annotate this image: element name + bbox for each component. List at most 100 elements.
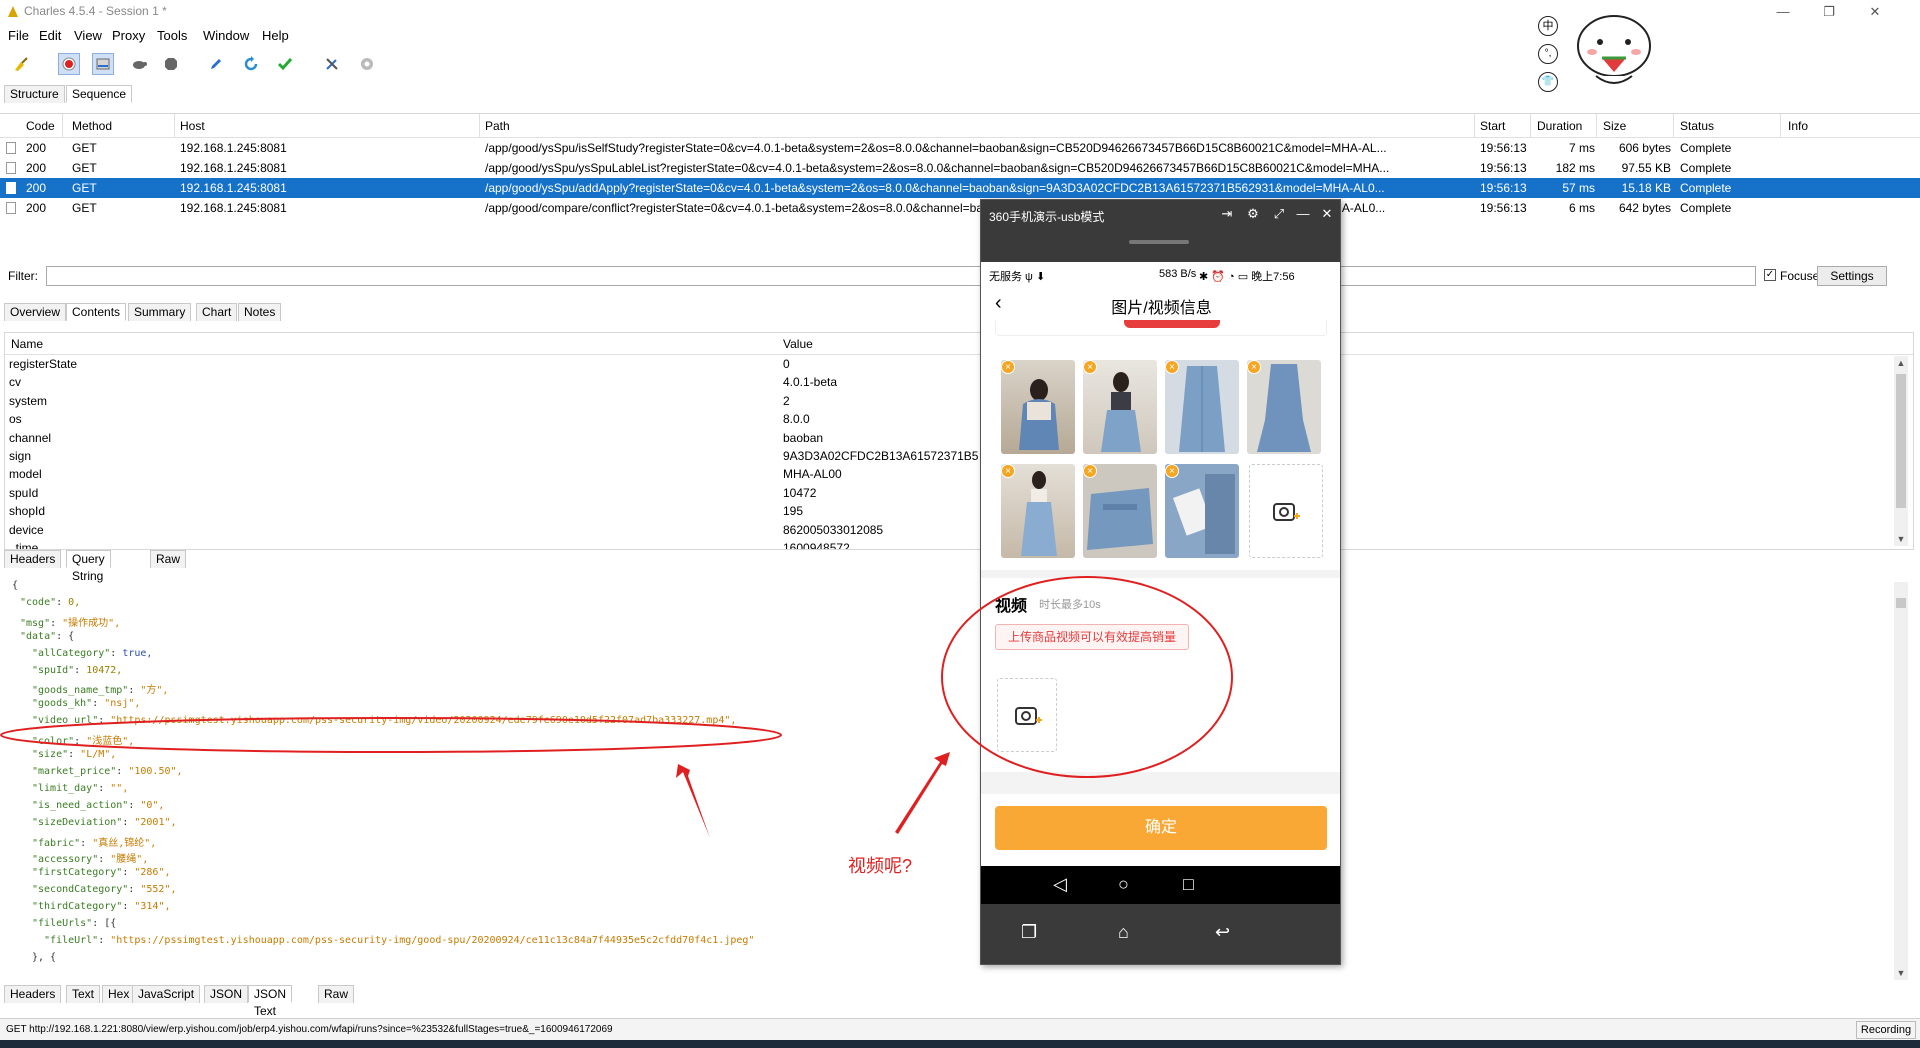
delete-photo-icon[interactable]: ×: [1083, 360, 1097, 374]
request-row[interactable]: 200 GET 192.168.1.245:8081/app/good/ysSpu/…: [0, 158, 1920, 178]
param-row[interactable]: device 862005033012085: [5, 521, 1885, 539]
col-size[interactable]: Size: [1603, 119, 1626, 133]
delete-photo-icon[interactable]: ×: [1247, 360, 1261, 374]
compose-icon[interactable]: [205, 53, 227, 75]
add-photo-button[interactable]: [1249, 464, 1323, 558]
scroll-up-arrow[interactable]: ▲: [1894, 356, 1908, 370]
delete-photo-icon[interactable]: ×: [1165, 464, 1179, 478]
record-icon[interactable]: [58, 53, 80, 75]
add-video-button[interactable]: [997, 678, 1057, 752]
response-json-text[interactable]: {"code": 0, "msg": "操作成功", "data": {"allCa…: [4, 576, 1904, 982]
product-photo-3[interactable]: ×: [1165, 360, 1239, 454]
tab-summary[interactable]: Summary: [128, 303, 192, 321]
fullscreen-icon[interactable]: ⤢: [1271, 206, 1287, 222]
param-row[interactable]: registerState 0: [5, 355, 1885, 373]
android-home-icon[interactable]: ○: [1118, 874, 1129, 895]
validate-icon[interactable]: [274, 53, 296, 75]
mirror-home-icon[interactable]: ⌂: [1118, 922, 1129, 943]
response-scroll-thumb[interactable]: [1896, 598, 1906, 608]
product-photo-5[interactable]: ×: [1001, 464, 1075, 558]
param-row[interactable]: cv 4.0.1-beta: [5, 373, 1885, 391]
tab-resp-hex[interactable]: Hex: [102, 985, 136, 1003]
mirror-dock-icon[interactable]: ⇥: [1219, 206, 1235, 222]
param-row[interactable]: sign 9A3D3A02CFDC2B13A61572371B5: [5, 447, 1885, 465]
drag-handle[interactable]: [1129, 240, 1189, 244]
product-photo-1[interactable]: ×: [1001, 360, 1075, 454]
previous-section-button[interactable]: [1124, 320, 1220, 328]
tab-notes[interactable]: Notes: [238, 303, 282, 321]
delete-photo-icon[interactable]: ×: [1165, 360, 1179, 374]
delete-photo-icon[interactable]: ×: [1001, 464, 1015, 478]
col-value[interactable]: Value: [783, 337, 813, 351]
param-row[interactable]: channel baoban: [5, 429, 1885, 447]
param-row[interactable]: spuId 10472: [5, 484, 1885, 502]
tab-contents[interactable]: Contents: [66, 303, 127, 321]
minimize-button[interactable]: —: [1760, 2, 1806, 22]
scroll-down-arrow[interactable]: ▼: [1894, 532, 1908, 546]
product-photo-2[interactable]: ×: [1083, 360, 1157, 454]
android-recents-icon[interactable]: □: [1183, 874, 1194, 895]
scroll-thumb[interactable]: [1896, 374, 1906, 508]
response-scroll-down-arrow[interactable]: ▼: [1894, 966, 1908, 980]
delete-photo-icon[interactable]: ×: [1001, 360, 1015, 374]
android-back-icon[interactable]: ◁: [1053, 874, 1067, 895]
menu-tools[interactable]: Tools: [157, 28, 187, 43]
col-method[interactable]: Method: [72, 119, 112, 133]
stop-icon[interactable]: [160, 53, 182, 75]
response-scrollbar[interactable]: ▼: [1894, 582, 1908, 980]
tab-req-headers[interactable]: Headers: [4, 550, 62, 568]
tab-sequence[interactable]: Sequence: [66, 85, 133, 103]
phone-minimize-icon[interactable]: —: [1295, 206, 1311, 222]
tab-resp-json[interactable]: JSON: [204, 985, 249, 1003]
tab-chart[interactable]: Chart: [196, 303, 238, 321]
mirror-back-icon[interactable]: ↩: [1215, 922, 1230, 943]
tab-overview[interactable]: Overview: [4, 303, 67, 321]
param-row[interactable]: os 8.0.0: [5, 410, 1885, 428]
tab-resp-json-text[interactable]: JSON Text: [248, 985, 293, 1018]
col-path[interactable]: Path: [485, 119, 510, 133]
col-status[interactable]: Status: [1680, 119, 1714, 133]
turtle-icon[interactable]: [128, 53, 150, 75]
throttle-icon[interactable]: [92, 53, 114, 75]
menu-help[interactable]: Help: [262, 28, 289, 43]
product-photo-4[interactable]: ×: [1247, 360, 1321, 454]
request-row[interactable]: 200 GET 192.168.1.245:8081/app/good/ysSpu/…: [0, 138, 1920, 158]
col-info[interactable]: Info: [1788, 119, 1808, 133]
param-row[interactable]: _time 1600948572: [5, 539, 1885, 549]
menu-window[interactable]: Window: [203, 28, 249, 43]
phone-settings-icon[interactable]: ⚙: [1245, 206, 1261, 222]
tools-icon[interactable]: [321, 53, 343, 75]
recording-indicator[interactable]: Recording: [1856, 1021, 1916, 1039]
tab-query-string[interactable]: Query String: [66, 550, 111, 583]
col-name[interactable]: Name: [11, 337, 43, 351]
product-photo-6[interactable]: ×: [1083, 464, 1157, 558]
confirm-button[interactable]: 确定: [995, 806, 1327, 850]
params-scrollbar[interactable]: ▲ ▼: [1894, 356, 1908, 546]
menu-edit[interactable]: Edit: [39, 28, 61, 43]
phone-close-icon[interactable]: ✕: [1319, 206, 1335, 222]
request-row[interactable]: 200 GET 192.168.1.245:8081/app/good/ysSpu/…: [0, 178, 1920, 198]
maximize-button[interactable]: ❐: [1806, 2, 1852, 22]
product-photo-7[interactable]: ×: [1165, 464, 1239, 558]
close-button[interactable]: ✕: [1852, 2, 1898, 22]
col-start[interactable]: Start: [1480, 119, 1505, 133]
tab-resp-javascript[interactable]: JavaScript: [132, 985, 201, 1003]
col-duration[interactable]: Duration: [1537, 119, 1582, 133]
menu-proxy[interactable]: Proxy: [112, 28, 145, 43]
filter-input[interactable]: [46, 266, 1756, 286]
focused-checkbox[interactable]: ✓: [1764, 269, 1776, 281]
tab-req-raw[interactable]: Raw: [150, 550, 187, 568]
settings-gear-icon[interactable]: [356, 53, 378, 75]
settings-button[interactable]: Settings: [1817, 266, 1887, 286]
broom-icon[interactable]: [10, 53, 32, 75]
delete-photo-icon[interactable]: ×: [1083, 464, 1097, 478]
tab-resp-text[interactable]: Text: [66, 985, 101, 1003]
param-row[interactable]: model MHA-AL00: [5, 465, 1885, 483]
tab-resp-raw[interactable]: Raw: [318, 985, 355, 1003]
tab-resp-headers[interactable]: Headers: [4, 985, 62, 1003]
refresh-icon[interactable]: [240, 53, 262, 75]
mirror-recents-icon[interactable]: ❐: [1021, 922, 1037, 943]
back-arrow-icon[interactable]: ‹: [995, 292, 1002, 315]
tab-structure[interactable]: Structure: [4, 85, 65, 103]
menu-file[interactable]: File: [8, 28, 29, 43]
